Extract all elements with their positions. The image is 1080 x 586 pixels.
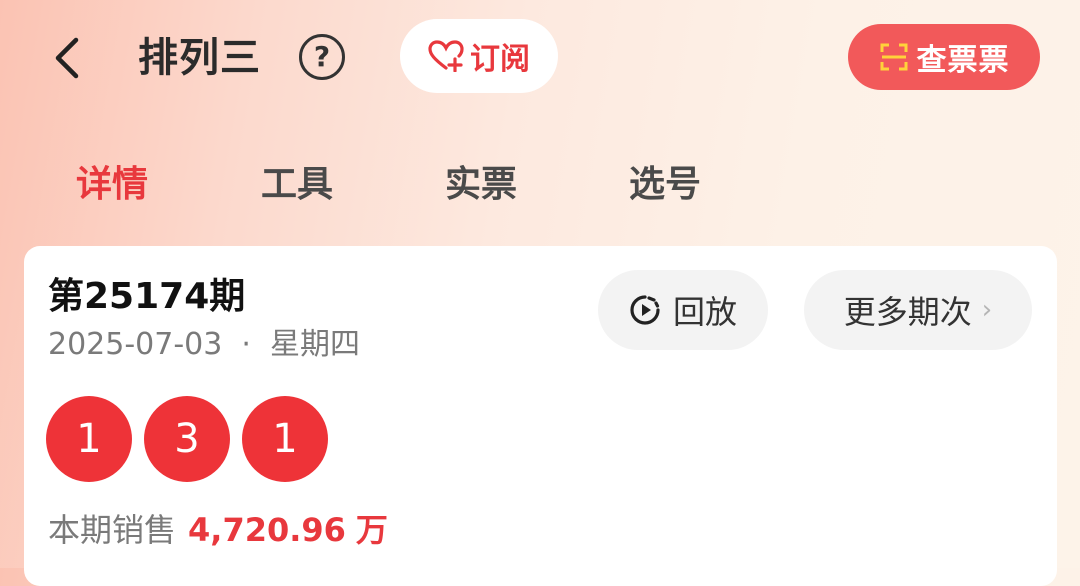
winning-numbers: 1 3 1 — [46, 396, 328, 482]
chevron-left-icon — [55, 37, 79, 79]
replay-icon — [630, 295, 660, 325]
tab-real-tickets[interactable]: 实票 — [445, 160, 517, 210]
number-ball: 1 — [46, 396, 132, 482]
number-ball: 3 — [144, 396, 230, 482]
issue-number: 第25174期 — [48, 276, 246, 317]
sales-unit: 万 — [355, 511, 388, 549]
tab-tools[interactable]: 工具 — [261, 160, 333, 210]
back-button[interactable] — [46, 30, 90, 86]
sales-row: 本期销售 4,720.96 万 — [48, 508, 388, 552]
subscribe-label: 订阅 — [470, 42, 530, 77]
more-issues-button[interactable]: 更多期次 › — [804, 270, 1032, 350]
chevron-right-icon: › — [981, 295, 993, 325]
tab-bar: 详情 工具 实票 选号 — [0, 150, 1080, 220]
number-ball: 1 — [242, 396, 328, 482]
draw-date: 2025-07-03 · 星期四 — [48, 327, 361, 362]
top-bar: 排列三 ? 订阅 查票票 — [0, 0, 1080, 120]
scan-icon — [880, 43, 907, 71]
sales-label: 本期销售 — [48, 511, 177, 549]
tab-pick-numbers[interactable]: 选号 — [629, 160, 701, 210]
more-issues-label: 更多期次 — [843, 293, 972, 331]
sales-amount: 4,720.96 — [188, 511, 346, 549]
check-ticket-label: 查票票 — [916, 43, 1010, 78]
draw-result-card: 第25174期 2025-07-03 · 星期四 回放 更多期次 › 1 3 1… — [24, 246, 1057, 586]
replay-button[interactable]: 回放 — [598, 270, 768, 350]
page-title: 排列三 — [138, 35, 261, 81]
replay-label: 回放 — [672, 293, 737, 331]
help-icon[interactable]: ? — [299, 34, 345, 80]
tab-details[interactable]: 详情 — [76, 160, 148, 210]
check-ticket-button[interactable]: 查票票 — [848, 24, 1040, 90]
heart-plus-icon — [428, 40, 464, 72]
subscribe-button[interactable]: 订阅 — [400, 19, 558, 93]
